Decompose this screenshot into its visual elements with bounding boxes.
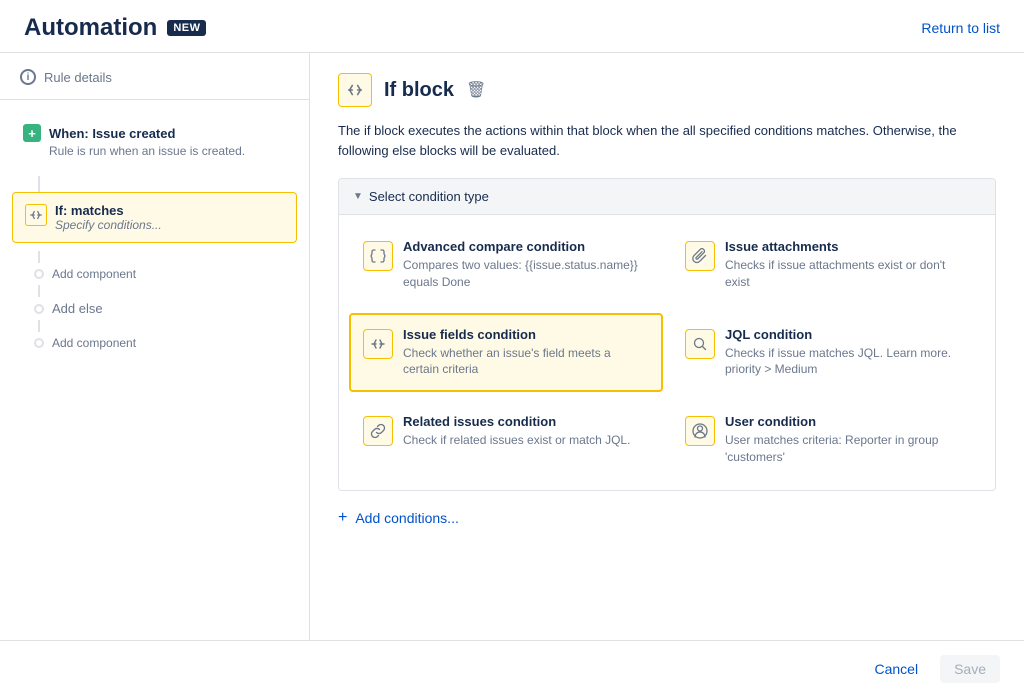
add-conditions-row[interactable]: + Add conditions... [338, 509, 996, 527]
plus-icon: + [23, 124, 41, 142]
when-block-header: + When: Issue created [23, 124, 289, 142]
if-icon [25, 204, 47, 226]
condition-card-related-issues[interactable]: Related issues condition Check if relate… [349, 400, 663, 480]
if-block-text: If: matches Specify conditions... [55, 203, 162, 232]
condition-card-issue-fields[interactable]: Issue fields condition Check whether an … [349, 313, 663, 393]
footer: Cancel Save [0, 640, 1024, 696]
delete-icon[interactable]: 🗑 [466, 80, 486, 100]
connector-v-2 [38, 285, 40, 297]
add-else-dot [34, 304, 44, 314]
add-component-dot-1 [34, 269, 44, 279]
condition-selector-header[interactable]: ▼ Select condition type [339, 179, 995, 215]
paperclip-icon [685, 241, 715, 271]
condition-type-label: Select condition type [369, 189, 489, 204]
panel-description: The if block executes the actions within… [338, 121, 996, 160]
condition-card-jql[interactable]: JQL condition Checks if issue matches JQ… [671, 313, 985, 393]
sidebar: i Rule details + When: Issue created Rul… [0, 53, 310, 692]
issue-fields-text: Issue fields condition Check whether an … [403, 327, 649, 379]
related-issues-title: Related issues condition [403, 414, 630, 429]
issue-fields-desc: Check whether an issue's field meets a c… [403, 345, 649, 379]
issue-fields-title: Issue fields condition [403, 327, 649, 342]
add-component-row-1[interactable]: Add component [34, 267, 136, 281]
main-layout: i Rule details + When: Issue created Rul… [0, 53, 1024, 692]
add-component-dot-2 [34, 338, 44, 348]
if-block-title: If: matches [55, 203, 162, 218]
condition-selector: ▼ Select condition type Advanced compare… [338, 178, 996, 491]
return-to-list-link[interactable]: Return to list [921, 20, 1000, 36]
info-icon: i [20, 69, 36, 85]
arrows-icon [363, 329, 393, 359]
add-else-row[interactable]: Add else [34, 301, 103, 316]
save-button[interactable]: Save [940, 655, 1000, 683]
issue-attachments-title: Issue attachments [725, 239, 971, 254]
jql-desc: Checks if issue matches JQL. Learn more.… [725, 345, 971, 379]
related-issues-desc: Check if related issues exist or match J… [403, 432, 630, 449]
chevron-icon: ▼ [353, 191, 363, 202]
condition-card-advanced-compare[interactable]: Advanced compare condition Compares two … [349, 225, 663, 305]
header-left: Automation NEW [24, 14, 206, 42]
user-condition-title: User condition [725, 414, 971, 429]
panel-title: If block [384, 79, 454, 102]
if-block-sidebar-item[interactable]: If: matches Specify conditions... [12, 192, 297, 243]
connector-v-3 [38, 320, 40, 332]
sidebar-items: + When: Issue created Rule is run when a… [0, 100, 309, 368]
add-component-label-2: Add component [52, 336, 136, 350]
panel-title-row: If block 🗑 [338, 73, 996, 107]
when-description: Rule is run when an issue is created. [23, 144, 289, 158]
add-component-row-2[interactable]: Add component [34, 336, 136, 350]
jql-title: JQL condition [725, 327, 971, 342]
user-icon [685, 416, 715, 446]
user-condition-text: User condition User matches criteria: Re… [725, 414, 971, 466]
add-component-label-1: Add component [52, 267, 136, 281]
user-condition-desc: User matches criteria: Reporter in group… [725, 432, 971, 466]
jql-text: JQL condition Checks if issue matches JQ… [725, 327, 971, 379]
braces-icon [363, 241, 393, 271]
when-block[interactable]: + When: Issue created Rule is run when a… [0, 114, 309, 168]
when-label: When: Issue created [49, 126, 175, 141]
link-icon [363, 416, 393, 446]
app-title: Automation [24, 14, 157, 42]
advanced-compare-desc: Compares two values: {{issue.status.name… [403, 257, 649, 291]
condition-card-issue-attachments[interactable]: Issue attachments Checks if issue attach… [671, 225, 985, 305]
right-panel: If block 🗑 The if block executes the act… [310, 53, 1024, 692]
connector-line-1 [38, 176, 40, 192]
search-icon [685, 329, 715, 359]
rule-details-label: Rule details [44, 70, 112, 85]
condition-card-user[interactable]: User condition User matches criteria: Re… [671, 400, 985, 480]
advanced-compare-text: Advanced compare condition Compares two … [403, 239, 649, 291]
issue-attachments-desc: Checks if issue attachments exist or don… [725, 257, 971, 291]
cancel-button[interactable]: Cancel [862, 655, 930, 683]
new-badge: NEW [167, 20, 206, 36]
issue-attachments-text: Issue attachments Checks if issue attach… [725, 239, 971, 291]
advanced-compare-title: Advanced compare condition [403, 239, 649, 254]
add-conditions-plus-icon: + [338, 509, 347, 527]
add-conditions-label: Add conditions... [355, 510, 459, 526]
add-component-section-1: Add component Add else Add component [0, 251, 309, 354]
add-else-label: Add else [52, 301, 103, 316]
conditions-grid: Advanced compare condition Compares two … [339, 215, 995, 490]
connector-v-1 [38, 251, 40, 263]
panel-icon-box [338, 73, 372, 107]
related-issues-text: Related issues condition Check if relate… [403, 414, 630, 449]
if-block-subtitle: Specify conditions... [55, 218, 162, 232]
rule-details[interactable]: i Rule details [0, 69, 309, 100]
header: Automation NEW Return to list [0, 0, 1024, 53]
